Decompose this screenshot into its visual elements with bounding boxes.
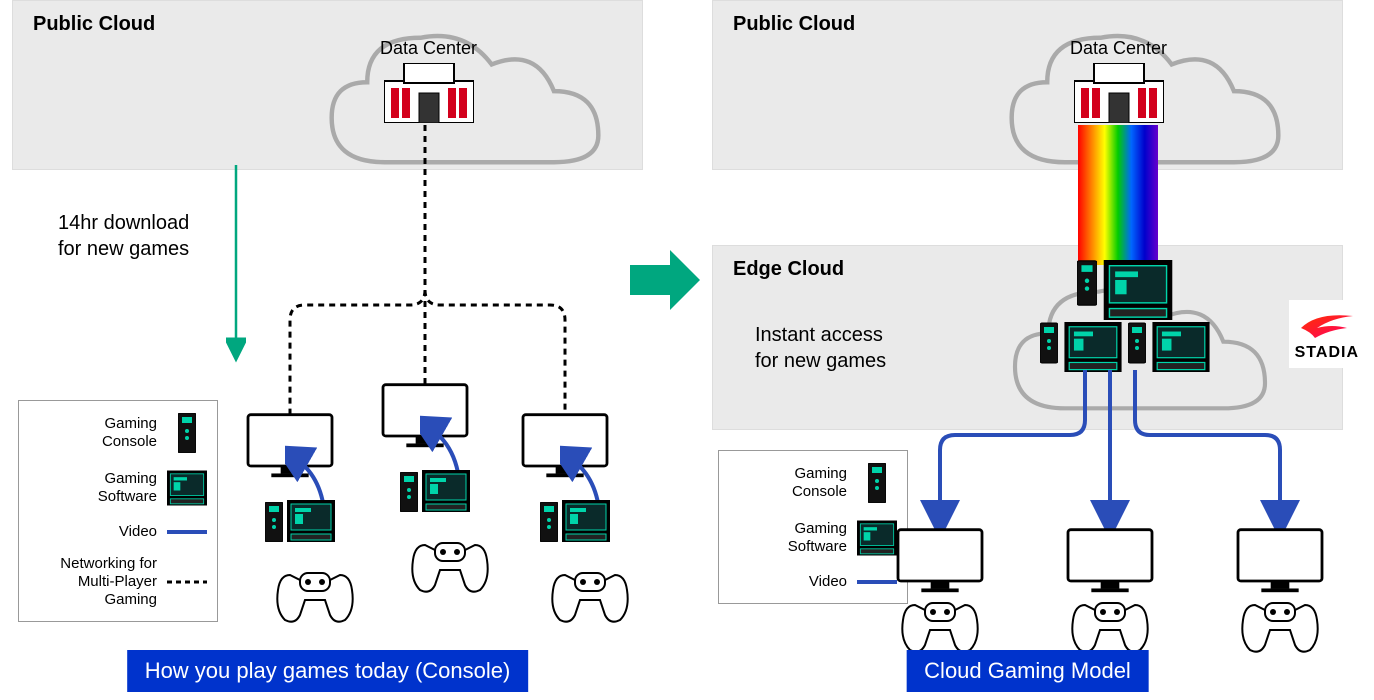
console-icon bbox=[265, 502, 283, 542]
datacenter-left: Data Center bbox=[380, 38, 477, 123]
stadia-brand: STADIA bbox=[1289, 300, 1365, 368]
legend-label: Gaming Console bbox=[737, 465, 847, 501]
download-arrow-icon bbox=[226, 165, 246, 365]
legend-label: Gaming Console bbox=[47, 415, 157, 451]
software-icon bbox=[1064, 322, 1122, 372]
legend-left: Gaming Console Gaming Software Video Net… bbox=[18, 400, 218, 622]
legend-label: Video bbox=[809, 573, 847, 591]
controller-hands-icon bbox=[270, 565, 360, 625]
console-icon bbox=[167, 413, 207, 453]
datacenter-right: Data Center bbox=[1070, 38, 1167, 123]
stadia-text: STADIA bbox=[1295, 344, 1359, 362]
software-icon bbox=[1103, 260, 1173, 320]
software-icon bbox=[422, 470, 470, 512]
download-note: 14hr download for new games bbox=[58, 210, 189, 262]
legend-row-console: Gaming Console bbox=[729, 463, 897, 503]
legend-row-video: Video bbox=[29, 523, 207, 541]
legend-label: Networking for Multi-Player Gaming bbox=[47, 555, 157, 609]
console-icon bbox=[540, 502, 558, 542]
controller-hands-icon bbox=[895, 595, 985, 655]
stadia-logo-icon bbox=[1297, 306, 1357, 342]
controller-hands-icon bbox=[1235, 595, 1325, 655]
software-icon bbox=[1152, 322, 1210, 372]
controller-hands-icon bbox=[405, 535, 495, 595]
video-stream-lines-icon bbox=[900, 370, 1320, 540]
panel-cloud-gaming-model: Public Cloud Edge Cloud Data Center Inst… bbox=[700, 0, 1355, 700]
software-icon bbox=[287, 500, 335, 542]
panel-console-model: Public Cloud Data Center 14hr download f… bbox=[0, 0, 655, 700]
legend-row-networking: Networking for Multi-Player Gaming bbox=[29, 555, 207, 609]
edge-server-cluster bbox=[1040, 260, 1210, 372]
caption-left: How you play games today (Console) bbox=[127, 650, 529, 692]
zone-label: Edge Cloud bbox=[733, 258, 844, 281]
console-icon bbox=[1040, 322, 1058, 364]
zone-label: Public Cloud bbox=[733, 13, 855, 36]
datacenter-icon bbox=[384, 63, 474, 123]
video-line-icon bbox=[167, 529, 207, 535]
legend-row-video: Video bbox=[729, 573, 897, 591]
controller-hands-icon bbox=[1065, 595, 1155, 655]
legend-row-console: Gaming Console bbox=[29, 413, 207, 453]
client-1 bbox=[890, 525, 990, 655]
datacenter-label: Data Center bbox=[1070, 38, 1167, 59]
transition-arrow-icon bbox=[630, 250, 700, 310]
rig-2 bbox=[400, 470, 470, 512]
console-icon bbox=[857, 463, 897, 503]
tv-icon bbox=[1230, 525, 1330, 595]
console-icon bbox=[1128, 322, 1146, 364]
legend-right: Gaming Console Gaming Software Video bbox=[718, 450, 908, 604]
networking-line-icon bbox=[167, 579, 207, 585]
legend-row-software: Gaming Software bbox=[29, 467, 207, 509]
tv-icon bbox=[1060, 525, 1160, 595]
datacenter-label: Data Center bbox=[380, 38, 477, 59]
legend-row-software: Gaming Software bbox=[729, 517, 897, 559]
datacenter-icon bbox=[1074, 63, 1164, 123]
zone-label: Public Cloud bbox=[33, 13, 155, 36]
rainbow-bandwidth-icon bbox=[1078, 125, 1158, 265]
controller-hands-icon bbox=[545, 565, 635, 625]
legend-label: Video bbox=[119, 523, 157, 541]
tv-icon bbox=[890, 525, 990, 595]
console-icon bbox=[1077, 260, 1097, 306]
legend-label: Gaming Software bbox=[47, 470, 157, 506]
software-icon bbox=[562, 500, 610, 542]
rig-3 bbox=[540, 500, 610, 542]
client-3 bbox=[1230, 525, 1330, 655]
rig-1 bbox=[265, 500, 335, 542]
console-icon bbox=[400, 472, 418, 512]
instant-note: Instant access for new games bbox=[755, 322, 886, 374]
client-2 bbox=[1060, 525, 1160, 655]
caption-right: Cloud Gaming Model bbox=[906, 650, 1149, 692]
software-icon bbox=[167, 467, 207, 509]
legend-label: Gaming Software bbox=[737, 520, 847, 556]
